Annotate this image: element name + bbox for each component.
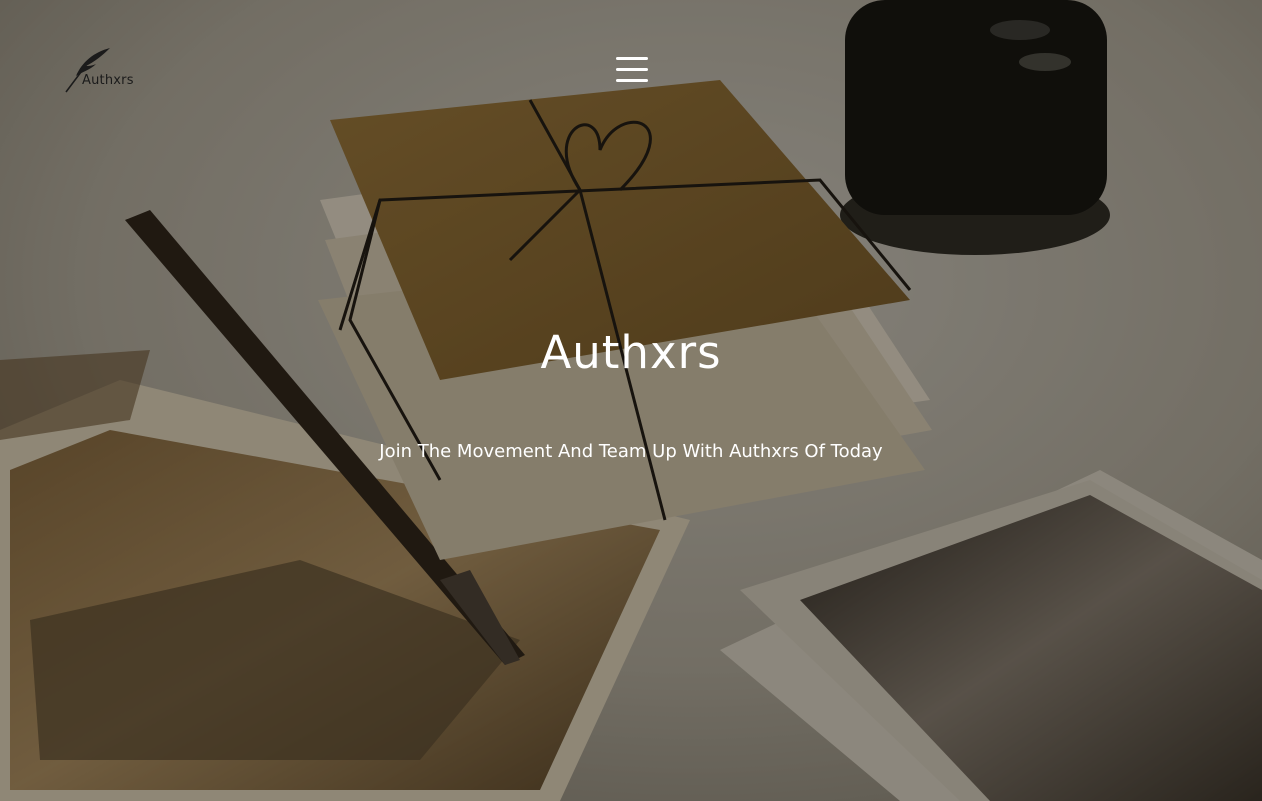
menu-bar-bottom — [616, 79, 648, 82]
menu-bar-middle — [616, 68, 648, 71]
hero-section: Authxrs Authxrs Join The Movement And Te… — [0, 0, 1262, 801]
hero-title: Authxrs — [540, 326, 722, 379]
logo-text: Authxrs — [82, 73, 134, 88]
hero-subtitle: Join The Movement And Team Up With Authx… — [379, 441, 883, 462]
hamburger-menu-icon[interactable] — [614, 54, 650, 86]
site-logo[interactable]: Authxrs — [64, 46, 134, 96]
menu-bar-top — [616, 57, 648, 60]
hero-dark-overlay — [0, 0, 1262, 801]
